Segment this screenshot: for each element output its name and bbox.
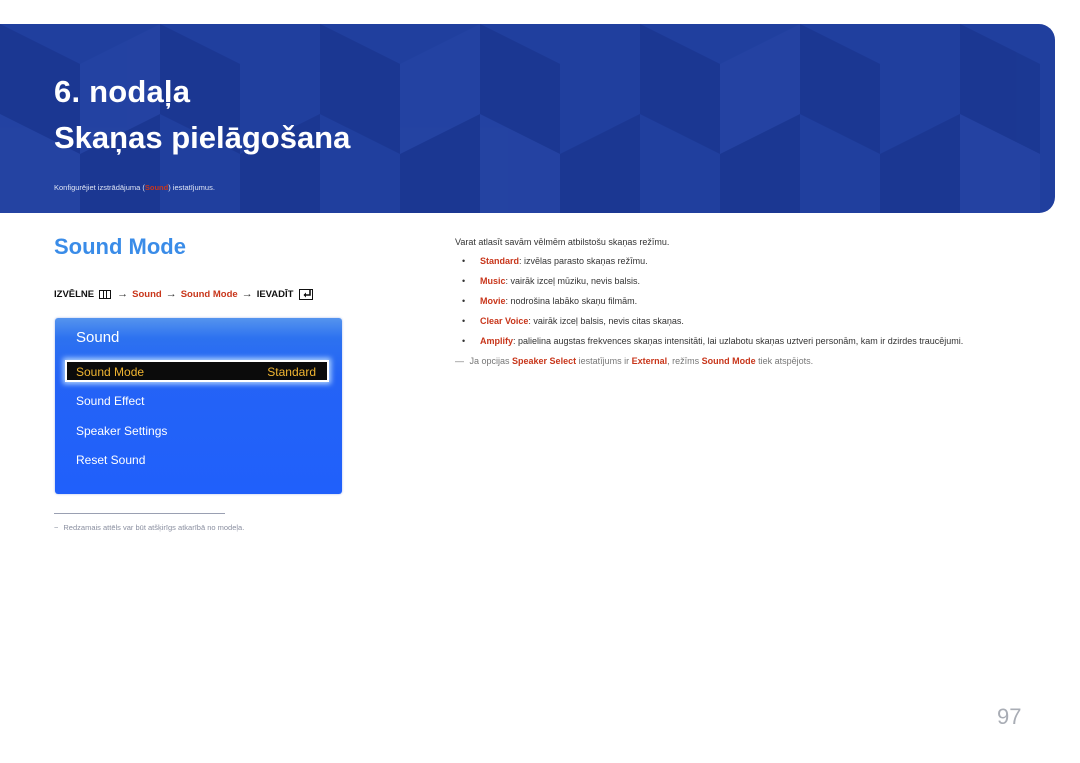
menu-bars-icon (99, 289, 112, 299)
bullet-icon: • (462, 336, 466, 346)
option-name: Movie (480, 296, 506, 306)
osd-item-reset-sound[interactable]: Reset Sound (76, 453, 145, 467)
chapter-description: Konfigurējiet izstrādājuma (Sound) iesta… (54, 183, 215, 192)
footnote-text: Redzamais attēls var būt atšķirīgs atkar… (63, 523, 245, 532)
sound-osd-menu: Sound Sound Mode Standard Sound Effect S… (55, 318, 342, 494)
menu-path-step-sound-mode: Sound Mode (180, 288, 238, 300)
option-name: Standard (480, 256, 520, 266)
footnote-divider (54, 513, 225, 514)
bullet-icon: • (462, 316, 466, 326)
option-name: Clear Voice (480, 316, 529, 326)
footnote: − Redzamais attēls var būt atšķirīgs atka… (54, 523, 244, 532)
bullet-icon: • (462, 296, 466, 306)
description-highlight: Sound (144, 183, 169, 192)
osd-title: Sound (76, 329, 120, 346)
option-name: Amplify (480, 336, 514, 346)
note-highlight: Sound Mode (701, 356, 756, 366)
page-number: 97 (997, 704, 1022, 729)
arrow-icon: → (165, 288, 177, 300)
chapter-number: 6. nodaļa (54, 74, 191, 109)
osd-item-sound-effect[interactable]: Sound Effect (76, 394, 145, 408)
sound-mode-options-list: • Standard: izvēlas parasto skaņas režīmu… (462, 256, 963, 356)
osd-item-sound-mode[interactable]: Sound Mode Standard (65, 360, 329, 382)
list-item: • Standard: izvēlas parasto skaņas režīmu… (462, 256, 963, 276)
menu-path: IZVĒLNE → Sound → Sound Mode → IEVADĪT (54, 288, 314, 300)
note-highlight: Speaker Select (512, 356, 577, 366)
note-text: iestatījums ir (576, 356, 632, 366)
option-desc: : vairāk izceļ balsis, nevis citas skaņa… (528, 316, 684, 326)
list-item: • Movie: nodrošina labāko skaņu filmām. (462, 296, 963, 316)
osd-item-label: Sound Mode (76, 365, 145, 379)
osd-item-value: Standard (267, 365, 316, 379)
list-item: • Music: vairāk izceļ mūziku, nevis balsi… (462, 276, 963, 296)
list-item: • Clear Voice: vairāk izceļ balsis, nevis… (462, 316, 963, 336)
bullet-icon: • (462, 276, 466, 286)
intro-text: Varat atlasīt savām vēlmēm atbilstošu sk… (455, 237, 670, 247)
footnote-dash: − (54, 523, 59, 532)
note: — Ja opcijas Speaker Select iestatījums … (455, 356, 813, 366)
menu-path-step-sound: Sound (132, 288, 162, 300)
bullet-icon: • (462, 256, 466, 266)
arrow-icon: → (241, 288, 253, 300)
option-desc: : izvēlas parasto skaņas režīmu. (519, 256, 648, 266)
note-text: Ja opcijas (467, 356, 513, 366)
note-highlight: External (631, 356, 668, 366)
option-desc: : nodrošina labāko skaņu filmām. (505, 296, 638, 306)
list-item: • Amplify: palielina augstas frekvences s… (462, 336, 963, 356)
description-text: ) iestatījumus. (168, 183, 215, 192)
note-text: tiek atspējots. (755, 356, 814, 366)
note-dash: — (455, 356, 464, 366)
chapter-banner: 6. nodaļa Skaņas pielāgošana Konfigurēji… (0, 24, 1055, 213)
osd-item-speaker-settings[interactable]: Speaker Settings (76, 424, 167, 438)
arrow-icon: → (117, 288, 129, 300)
section-title: Sound Mode (54, 234, 186, 259)
enter-label: IEVADĪT (256, 288, 294, 300)
enter-icon (299, 288, 314, 300)
menu-label: IZVĒLNE (54, 288, 95, 300)
chapter-title: Skaņas pielāgošana (54, 120, 351, 155)
note-text: , režīms (667, 356, 702, 366)
option-name: Music (480, 276, 506, 286)
description-text: Konfigurējiet izstrādājuma ( (54, 183, 145, 192)
option-desc: : palielina augstas frekvences skaņas in… (513, 336, 964, 346)
option-desc: : vairāk izceļ mūziku, nevis balsis. (505, 276, 641, 286)
